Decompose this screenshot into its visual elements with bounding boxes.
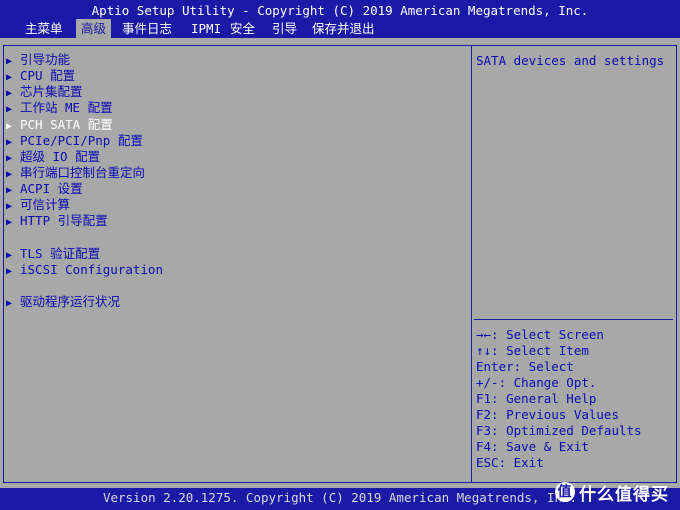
menu-item-iscsi-configuration[interactable]: ▶ iSCSI Configuration: [6, 262, 163, 278]
tab-security[interactable]: 安全: [225, 19, 260, 38]
window-title: Aptio Setup Utility - Copyright (C) 2019…: [91, 3, 589, 18]
menu-item-workstation-me-config[interactable]: ▶ 工作站 ME 配置: [6, 100, 113, 116]
submenu-arrow-icon: ▶: [6, 266, 13, 277]
menu-item-chipset-config[interactable]: ▶ 芯片集配置: [6, 84, 83, 100]
key-hint-optimized-defaults: F3: Optimized Defaults: [476, 423, 642, 438]
menu-item-super-io-config[interactable]: ▶ 超级 IO 配置: [6, 149, 100, 165]
submenu-arrow-icon: ▶: [6, 104, 13, 115]
tab-boot[interactable]: 引导: [267, 19, 302, 38]
watermark-text: 什么值得买: [579, 484, 669, 505]
key-hint-general-help: F1: General Help: [476, 391, 597, 406]
key-hint-save-exit: F4: Save & Exit: [476, 439, 589, 454]
menu-item-boot-feature[interactable]: ▶ 引导功能: [6, 52, 70, 68]
tab-advanced[interactable]: 高级: [76, 19, 112, 38]
key-hint-select-item: ↑↓: Select Item: [476, 343, 589, 358]
watermark-logo-icon: 值: [555, 482, 575, 502]
menu-item-trusted-computing[interactable]: ▶ 可信计算: [6, 197, 70, 213]
submenu-arrow-icon: ▶: [6, 298, 13, 309]
menu-item-serial-console-redirection[interactable]: ▶ 串行端口控制台重定向: [6, 165, 145, 181]
menu-item-acpi-settings[interactable]: ▶ ACPI 设置: [6, 181, 83, 197]
help-description: SATA devices and settings: [476, 53, 665, 68]
menu-item-tls-auth-config[interactable]: ▶ TLS 验证配置: [6, 246, 100, 262]
key-hint-esc-exit: ESC: Exit: [476, 455, 544, 470]
menu-item-driver-health[interactable]: ▶ 驱动程序运行状况: [6, 294, 120, 310]
key-hint-change-opt: +/-: Change Opt.: [476, 375, 597, 390]
help-divider: [474, 319, 673, 320]
watermark: 值 什么值得买: [555, 480, 669, 505]
tab-save-exit[interactable]: 保存并退出: [307, 19, 380, 38]
key-hint-enter: Enter: Select: [476, 359, 574, 374]
key-hint-select-screen: →←: Select Screen: [476, 327, 604, 342]
menu-item-http-boot-config[interactable]: ▶ HTTP 引导配置: [6, 213, 108, 229]
tab-ipmi[interactable]: IPMI: [186, 19, 226, 38]
tab-main[interactable]: 主菜单: [20, 19, 68, 38]
tab-event-log[interactable]: 事件日志: [117, 19, 177, 38]
tab-bar: 主菜单 高级 事件日志 IPMI 安全 引导 保存并退出: [0, 19, 680, 38]
menu-item-pcie-pci-pnp-config[interactable]: ▶ PCIe/PCI/Pnp 配置: [6, 133, 143, 149]
submenu-arrow-icon: ▶: [6, 217, 13, 228]
key-hint-previous-values: F2: Previous Values: [476, 407, 619, 422]
menu-item-cpu-config[interactable]: ▶ CPU 配置: [6, 68, 75, 84]
menu-item-pch-sata-config[interactable]: ▶ PCH SATA 配置: [6, 117, 113, 133]
